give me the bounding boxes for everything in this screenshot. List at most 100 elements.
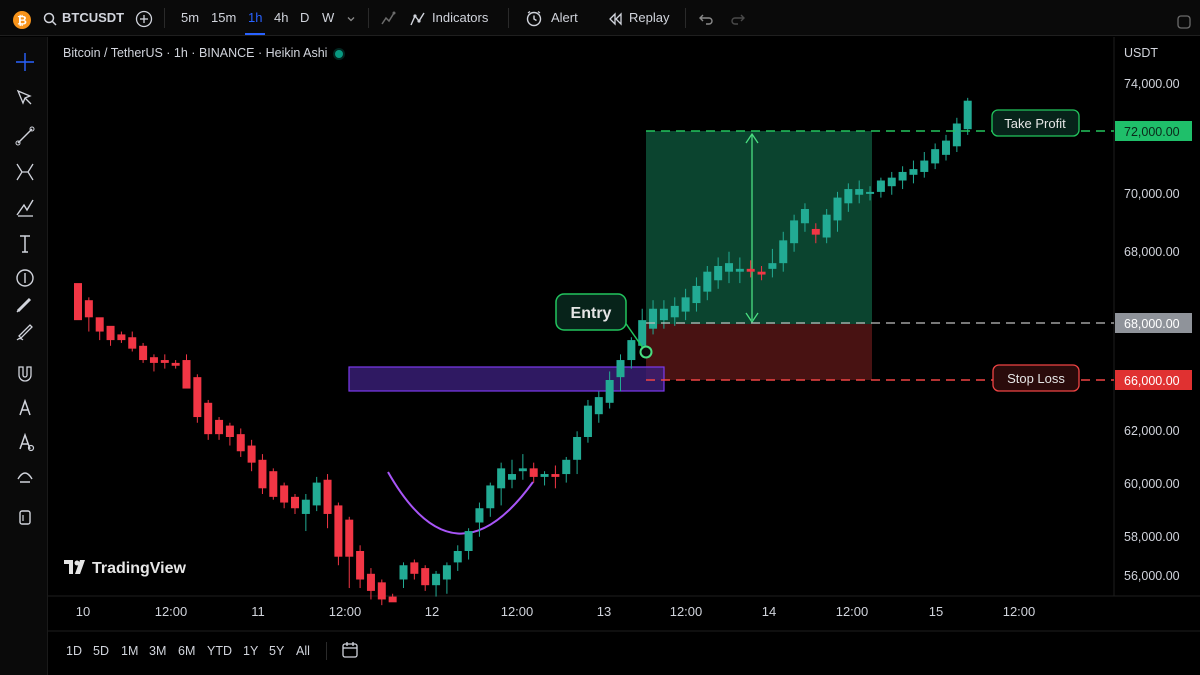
candle-up bbox=[508, 474, 516, 480]
time-label: 12:00 bbox=[1003, 604, 1036, 619]
candle-up bbox=[779, 240, 788, 264]
time-label: 11 bbox=[251, 604, 265, 619]
candle-up bbox=[931, 149, 940, 164]
candle-up bbox=[399, 565, 408, 580]
candle-up bbox=[518, 468, 527, 472]
candle-up bbox=[898, 171, 907, 181]
candle-up bbox=[920, 160, 929, 172]
candle-down bbox=[117, 334, 126, 341]
candle-down bbox=[269, 471, 278, 497]
candle-up bbox=[605, 380, 614, 403]
candle-down bbox=[551, 474, 560, 477]
cup-pattern-curve bbox=[387, 471, 534, 535]
candle-up bbox=[714, 266, 723, 281]
candle-up bbox=[963, 100, 972, 130]
candle-down bbox=[334, 505, 343, 557]
candle-down bbox=[215, 419, 224, 435]
candle-up bbox=[909, 169, 918, 175]
range-all[interactable]: All bbox=[296, 636, 310, 666]
candle-up bbox=[725, 263, 733, 272]
candle-up bbox=[594, 397, 603, 415]
time-label: 12 bbox=[425, 604, 439, 619]
candle-up bbox=[442, 565, 451, 580]
candle-up bbox=[464, 531, 473, 551]
candle-up bbox=[692, 285, 701, 304]
take-profit-label: Take Profit bbox=[1004, 116, 1066, 131]
legend-title-text: Bitcoin / TetherUS · 1h · BINANCE · Heik… bbox=[63, 46, 328, 60]
candle-down bbox=[746, 268, 755, 272]
candle-up bbox=[833, 197, 842, 221]
candle-down bbox=[204, 402, 213, 435]
range-5y[interactable]: 5Y bbox=[269, 636, 284, 666]
candle-up bbox=[432, 573, 441, 586]
candle-up bbox=[583, 405, 592, 437]
candle-down bbox=[74, 283, 82, 321]
time-label: 12:00 bbox=[155, 604, 188, 619]
price-label: 56,000.00 bbox=[1124, 569, 1180, 583]
range-ytd[interactable]: YTD bbox=[207, 636, 232, 666]
range-1d[interactable]: 1D bbox=[66, 636, 82, 666]
candle-down bbox=[529, 468, 538, 477]
candle-down bbox=[182, 360, 191, 389]
stop-loss-price: 66,000.00 bbox=[1124, 374, 1180, 388]
go-to-date-icon[interactable] bbox=[341, 641, 359, 661]
time-label: 12:00 bbox=[501, 604, 534, 619]
take-profit-price: 72,000.00 bbox=[1124, 125, 1180, 139]
candle-down bbox=[171, 362, 180, 366]
price-label: 68,000.00 bbox=[1124, 245, 1180, 259]
loss-zone bbox=[646, 324, 872, 380]
time-label: 12:00 bbox=[670, 604, 703, 619]
candle-up bbox=[844, 189, 853, 204]
candle-up bbox=[800, 209, 809, 224]
candle-down bbox=[323, 479, 332, 514]
price-label: 62,000.00 bbox=[1124, 424, 1180, 438]
candle-up bbox=[866, 191, 875, 194]
candle-up bbox=[952, 123, 961, 147]
candle-up bbox=[312, 482, 321, 506]
candle-down bbox=[421, 568, 430, 586]
time-label: 12:00 bbox=[836, 604, 869, 619]
stop-loss-label: Stop Loss bbox=[1007, 371, 1065, 386]
candle-down bbox=[193, 377, 202, 418]
candle-down bbox=[410, 562, 419, 574]
candle-up bbox=[681, 297, 690, 312]
time-label: 12:00 bbox=[329, 604, 362, 619]
candle-down bbox=[247, 445, 256, 463]
candle-up bbox=[562, 459, 571, 475]
candle-down bbox=[366, 573, 375, 591]
candle-up bbox=[876, 180, 885, 192]
candle-down bbox=[84, 300, 93, 318]
candle-down bbox=[128, 337, 137, 349]
candle-down bbox=[106, 325, 115, 341]
entry-marker bbox=[639, 345, 653, 359]
time-label: 15 bbox=[929, 604, 943, 619]
profit-zone bbox=[646, 131, 872, 324]
tradingview-logo: TradingView bbox=[64, 560, 186, 580]
market-status-dot bbox=[335, 49, 344, 58]
candle-down bbox=[757, 271, 766, 275]
candle-down bbox=[160, 360, 169, 363]
candle-down bbox=[356, 551, 365, 580]
price-label: 70,000.00 bbox=[1124, 187, 1180, 201]
time-label: 10 bbox=[76, 604, 90, 619]
candle-down bbox=[280, 485, 289, 503]
candle-down bbox=[236, 434, 245, 452]
price-label: 74,000.00 bbox=[1124, 77, 1180, 91]
candle-down bbox=[258, 459, 267, 489]
price-label: 58,000.00 bbox=[1124, 530, 1180, 544]
candle-up bbox=[627, 340, 636, 361]
candle-up bbox=[659, 308, 668, 321]
range-3m[interactable]: 3M bbox=[149, 636, 166, 666]
candle-down bbox=[345, 519, 354, 557]
chart-legend-title[interactable]: Bitcoin / TetherUS · 1h · BINANCE · Heik… bbox=[63, 46, 344, 60]
range-5d[interactable]: 5D bbox=[93, 636, 109, 666]
candle-up bbox=[649, 308, 658, 329]
candle-down bbox=[95, 317, 104, 332]
candle-up bbox=[768, 263, 777, 269]
currency-label[interactable]: USDT bbox=[1124, 46, 1158, 60]
range-6m[interactable]: 6M bbox=[178, 636, 195, 666]
candle-up bbox=[540, 474, 549, 477]
range-1y[interactable]: 1Y bbox=[243, 636, 258, 666]
range-divider bbox=[326, 642, 327, 660]
range-1m[interactable]: 1M bbox=[121, 636, 138, 666]
